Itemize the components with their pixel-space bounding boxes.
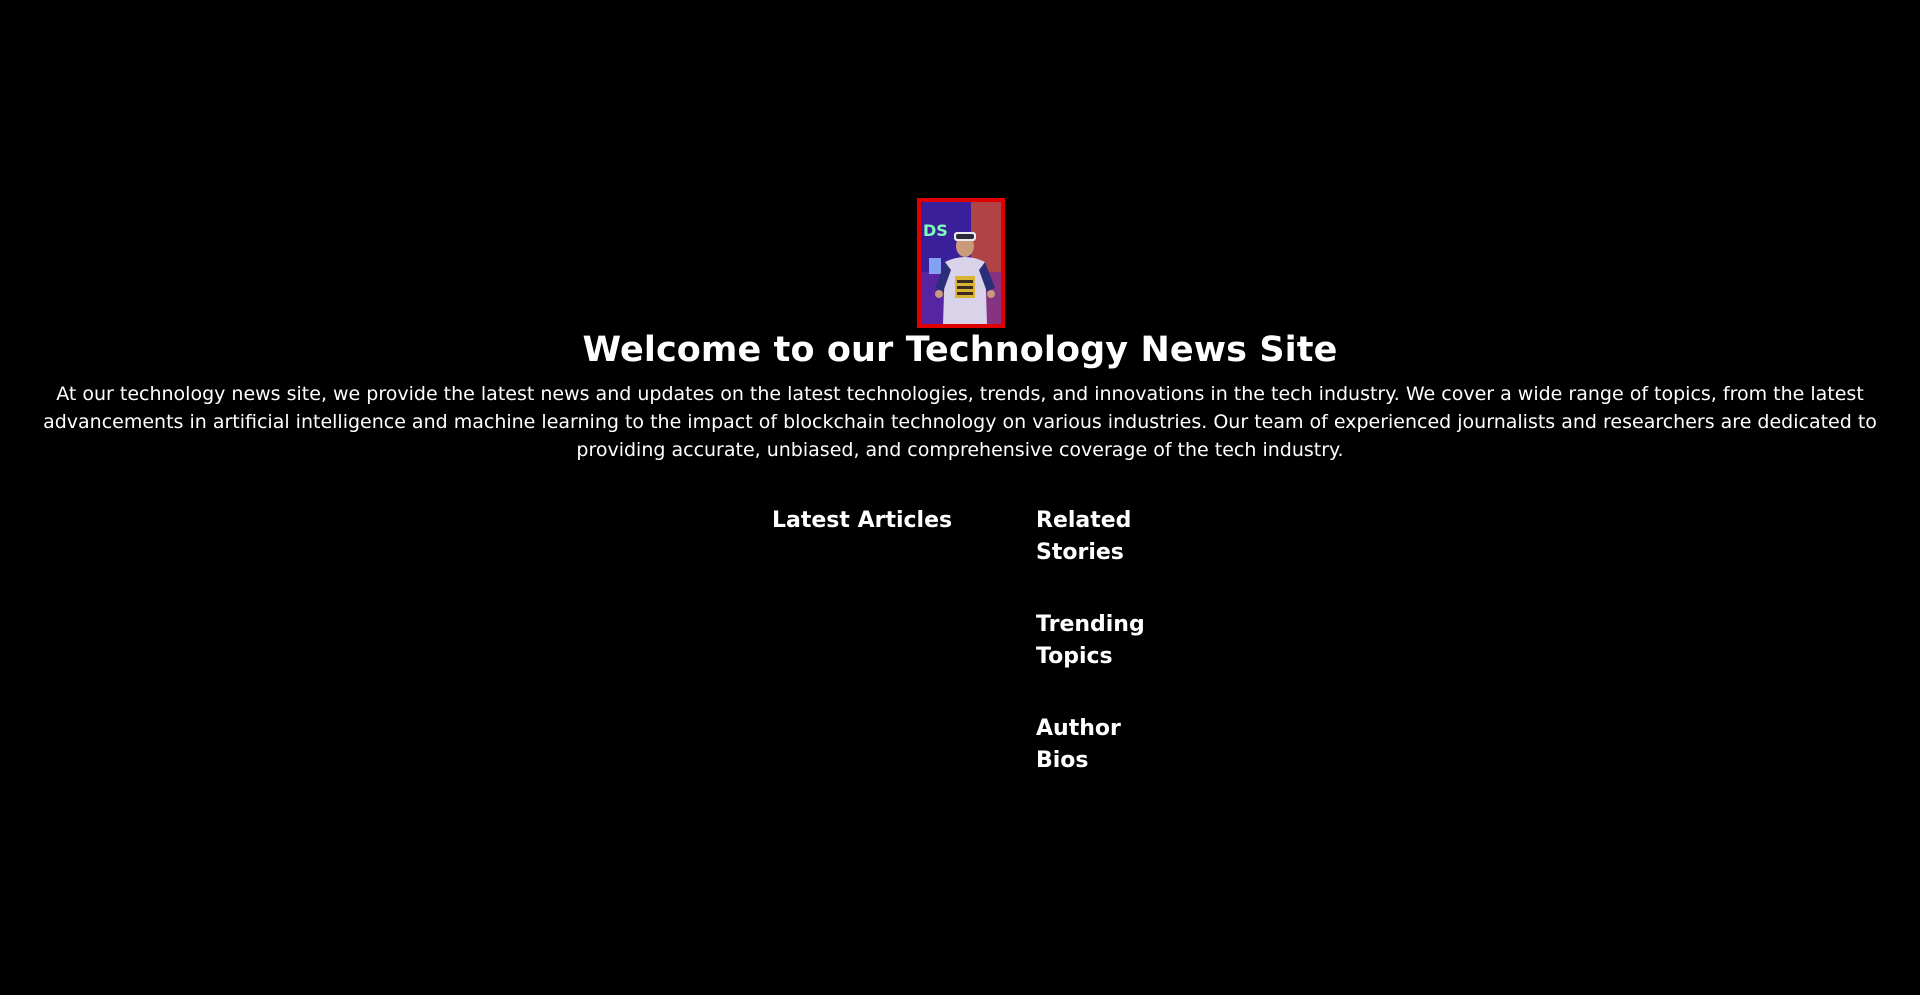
intro-paragraph: At our technology news site, we provide … [43,383,1877,461]
author-bios-heading: Author Bios [1036,716,1121,773]
sidebar: Related Stories Trending Topics Author B… [1036,505,1156,817]
hero-image: DS [917,198,1005,328]
trending-topics-heading: Trending Topics [1036,612,1145,669]
related-stories-heading: Related Stories [1036,508,1132,565]
page-title: Welcome to our Technology News Site [582,330,1338,370]
latest-articles-heading: Latest Articles [772,508,953,533]
page: DS Welcome to our Technology News Site A… [0,0,1920,995]
svg-text:DS: DS [923,221,948,240]
vr-person-illustration: DS [921,202,1001,324]
